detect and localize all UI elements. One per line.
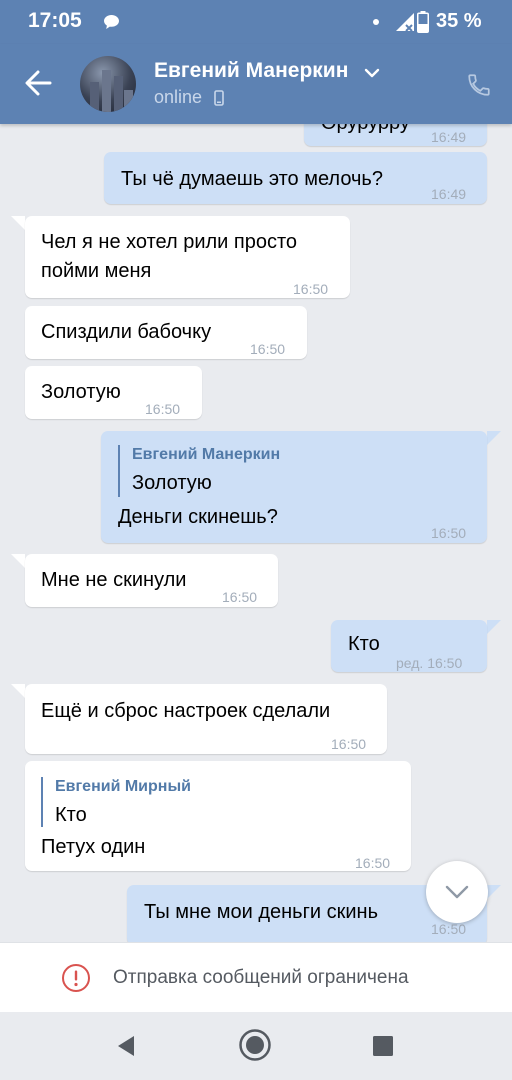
message-time: 16:50 bbox=[145, 401, 181, 417]
message-text: Кто bbox=[348, 633, 380, 655]
signal-icon bbox=[396, 13, 414, 32]
reply-author: Евгений Мирный bbox=[55, 778, 191, 795]
chevron-down-icon[interactable] bbox=[364, 68, 380, 78]
message-incoming[interactable]: Ещё и сброс настроек сделали 16:50 bbox=[25, 684, 387, 754]
quoted-reply[interactable]: Евгений Манеркин Золотую bbox=[118, 445, 280, 497]
system-nav-bar bbox=[0, 1012, 512, 1080]
message-outgoing[interactable]: Орурурру 16:49 bbox=[304, 124, 487, 146]
message-time: 16:49 bbox=[431, 129, 467, 145]
message-text: Чел я не хотел рили просто bbox=[41, 231, 298, 253]
message-outgoing[interactable]: Евгений Манеркин Золотую Деньги скинешь?… bbox=[101, 431, 487, 543]
message-incoming[interactable]: Мне не скинули 16:50 bbox=[25, 554, 278, 607]
scroll-down-button[interactable] bbox=[426, 861, 488, 923]
message-text: Ещё и сброс настроек сделали bbox=[41, 700, 331, 722]
warning-icon bbox=[62, 964, 90, 992]
message-incoming[interactable]: Золотую 16:50 bbox=[25, 366, 202, 419]
message-time: ред. 16:50 bbox=[396, 655, 463, 671]
avatar[interactable] bbox=[80, 56, 136, 112]
message-notification-icon bbox=[104, 15, 119, 29]
battery-percent: 35 % bbox=[436, 10, 482, 32]
quoted-reply[interactable]: Евгений Мирный Кто bbox=[41, 777, 191, 827]
nav-back-icon[interactable] bbox=[114, 1034, 138, 1058]
battery-icon bbox=[417, 11, 429, 33]
nav-recents-icon[interactable] bbox=[372, 1035, 394, 1057]
reply-text: Золотую bbox=[132, 472, 212, 494]
notification-dot bbox=[373, 19, 379, 25]
phone-call-icon[interactable] bbox=[466, 72, 492, 98]
message-time: 16:50 bbox=[331, 736, 367, 752]
message-incoming[interactable]: Спиздили бабочку 16:50 bbox=[25, 306, 307, 359]
status-bar: 17:05 35 % bbox=[0, 0, 512, 44]
message-text: Деньги скинешь? bbox=[118, 506, 278, 528]
message-outgoing[interactable]: Ты чё думаешь это мелочь? 16:49 bbox=[104, 152, 487, 204]
back-arrow-icon[interactable] bbox=[24, 70, 52, 96]
chevron-down-icon bbox=[445, 885, 469, 899]
online-status: online bbox=[154, 87, 203, 107]
clock: 17:05 bbox=[28, 9, 82, 32]
message-text: Петух один bbox=[41, 836, 146, 858]
message-time: 16:50 bbox=[431, 525, 467, 541]
reply-author: Евгений Манеркин bbox=[132, 446, 281, 463]
nav-home-icon[interactable] bbox=[238, 1028, 272, 1062]
message-text: Ты мне мои деньги скинь bbox=[144, 901, 379, 923]
restriction-text: Отправка сообщений ограничена bbox=[113, 967, 409, 988]
message-time: 16:50 bbox=[222, 589, 258, 605]
mobile-device-icon bbox=[214, 90, 224, 106]
message-text: Спиздили бабочку bbox=[41, 321, 212, 343]
message-text: Золотую bbox=[41, 381, 121, 403]
message-incoming[interactable]: Евгений Мирный Кто Петух один 16:50 bbox=[25, 761, 411, 871]
messaging-restricted-bar: Отправка сообщений ограничена bbox=[0, 942, 512, 1013]
message-time: 16:50 bbox=[293, 281, 329, 297]
message-list[interactable]: Орурурру 16:49 Ты чё думаешь это мелочь?… bbox=[0, 124, 512, 942]
message-text: Ты чё думаешь это мелочь? bbox=[121, 168, 383, 190]
message-outgoing[interactable]: Кто ред. 16:50 bbox=[331, 620, 487, 672]
message-text: пойми меня bbox=[41, 260, 152, 282]
chat-header: Евгений Манеркин online bbox=[0, 44, 512, 124]
message-time: 16:50 bbox=[355, 855, 391, 871]
reply-text: Кто bbox=[55, 804, 87, 826]
message-time: 16:50 bbox=[250, 341, 286, 357]
contact-name[interactable]: Евгений Манеркин bbox=[154, 59, 348, 83]
message-incoming[interactable]: Чел я не хотел рили просто пойми меня 16… bbox=[25, 216, 350, 298]
message-time: 16:49 bbox=[431, 186, 467, 202]
message-text: Мне не скинули bbox=[41, 569, 187, 591]
